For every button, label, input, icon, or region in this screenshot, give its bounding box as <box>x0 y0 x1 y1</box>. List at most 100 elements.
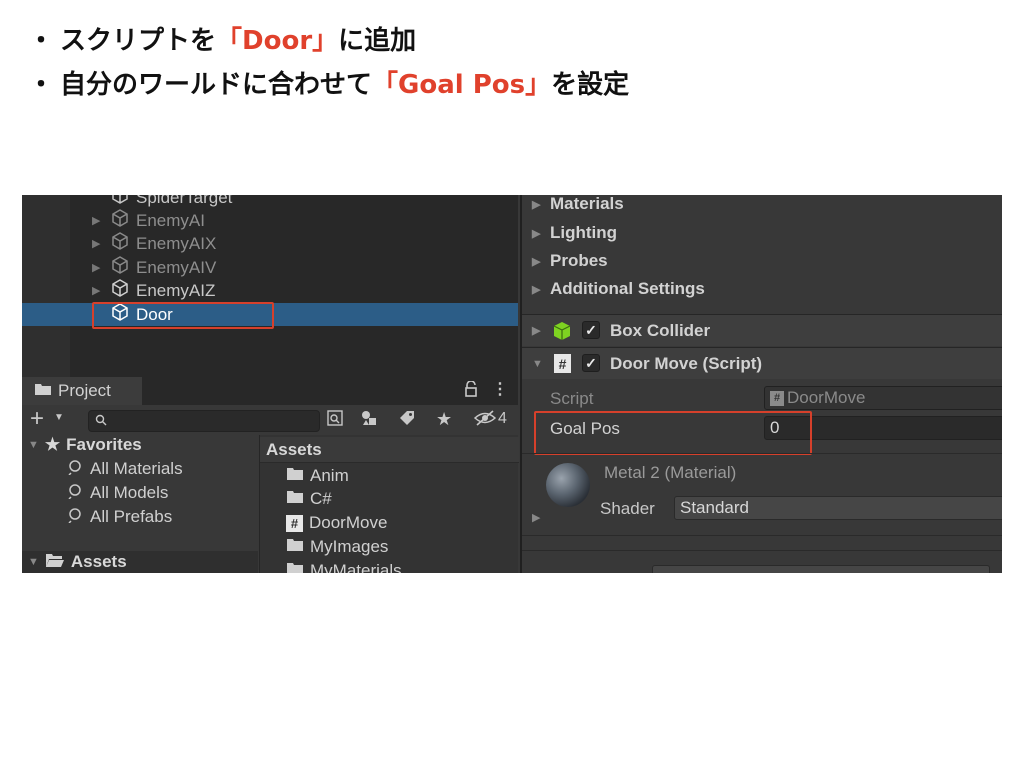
section-label: Probes <box>550 251 608 270</box>
gameobject-cube-icon <box>110 278 130 303</box>
asset-label: DoorMove <box>309 513 388 532</box>
inspector-section[interactable]: ▶ Probes <box>522 248 1002 274</box>
expand-arrow-icon[interactable]: ▶ <box>532 198 540 211</box>
section-label: Materials <box>550 195 624 213</box>
search-icon <box>95 413 107 431</box>
hierarchy-item-label: EnemyAIV <box>136 257 217 277</box>
annotation-box-door <box>92 302 274 329</box>
box-collider-enabled-checkbox[interactable]: ✓ <box>582 321 600 339</box>
hierarchy-item[interactable]: ▶ EnemyAI <box>22 209 518 232</box>
inspector-section[interactable]: ▶ Materials <box>522 195 1002 217</box>
filter-by-label-icon[interactable] <box>398 409 416 432</box>
expand-arrow-icon[interactable]: ▶ <box>532 324 540 337</box>
expand-arrow-icon[interactable]: ▶ <box>92 261 100 274</box>
favorites-header[interactable]: ▼ ★ Favorites <box>28 433 142 457</box>
divider <box>522 550 1002 551</box>
expand-arrow-icon[interactable]: ▶ <box>532 283 540 296</box>
section-label: Additional Settings <box>550 279 705 298</box>
assets-tree-label: Assets <box>70 552 127 571</box>
tab-project[interactable]: Project <box>22 377 142 405</box>
favorite-item[interactable]: All Prefabs <box>68 505 172 529</box>
folder-icon <box>286 489 304 509</box>
instruction-line-2: ・ 自分のワールドに合わせて 「Goal Pos」 を設定 <box>28 60 629 104</box>
instruction-text: に追加 <box>338 25 417 56</box>
script-icon: # <box>286 514 303 532</box>
assets-breadcrumb[interactable]: Assets <box>260 437 519 463</box>
favorite-star-icon[interactable]: ★ <box>436 409 452 430</box>
hidden-packages-count: 4 <box>498 410 507 427</box>
gameobject-cube-icon <box>110 231 130 256</box>
asset-item[interactable]: # DoorMove <box>286 511 387 535</box>
unity-editor-screenshot: SpiderTarget ▶ EnemyAI ▶ EnemyAIX ▶ Enem… <box>22 195 1002 573</box>
project-folder-tree: ▼ ★ Favorites All Materials All Models A… <box>22 435 258 573</box>
open-folder-icon <box>45 552 65 573</box>
hierarchy-item[interactable]: SpiderTarget <box>22 195 518 209</box>
expand-arrow-icon[interactable]: ▶ <box>532 255 540 268</box>
favorite-item[interactable]: All Models <box>68 481 168 505</box>
add-component-button[interactable] <box>652 565 990 573</box>
instruction-highlight: 「Door」 <box>216 25 339 56</box>
create-plus-icon[interactable]: + <box>30 405 44 433</box>
folder-icon <box>34 381 52 401</box>
project-assets-view: Assets Anim C# # DoorMove MyImages MyMat… <box>259 435 519 573</box>
inspector-section[interactable]: ▶ Additional Settings <box>522 276 1002 302</box>
annotation-box-goal-pos <box>534 411 812 455</box>
hierarchy-item-label: SpiderTarget <box>136 195 233 207</box>
hierarchy-item[interactable]: ▶ EnemyAIV <box>22 256 518 279</box>
search-input[interactable] <box>88 410 320 432</box>
favorite-label: All Prefabs <box>90 507 173 526</box>
expand-arrow-icon[interactable]: ▼ <box>28 556 39 568</box>
chevron-down-icon[interactable]: ▼ <box>54 412 64 423</box>
hierarchy-item[interactable]: ▶ EnemyAIZ <box>22 279 518 302</box>
script-icon: # <box>770 390 784 406</box>
inspector-section[interactable]: ▶ Lighting <box>522 220 1002 246</box>
divider <box>522 535 1002 536</box>
hidden-packages-icon[interactable] <box>473 409 497 432</box>
component-door-move[interactable]: ▼ # ✓ Door Move (Script) <box>522 347 1002 379</box>
hierarchy-item[interactable]: ▶ EnemyAIX <box>22 232 518 255</box>
expand-arrow-icon[interactable]: ▼ <box>28 439 39 451</box>
bullet-dot: ・ <box>28 69 55 100</box>
scene-search-icon[interactable] <box>326 409 344 432</box>
assets-tree-header: ▼ Assets <box>28 550 127 573</box>
folder-icon <box>286 537 304 557</box>
instruction-list: ・ スクリプトを 「Door」 に追加 ・ 自分のワールドに合わせて 「Goal… <box>28 16 629 104</box>
script-field: # DoorMove <box>764 386 1002 410</box>
star-icon: ★ <box>44 435 61 454</box>
project-toolbar: + ▼ ★ 4 <box>22 405 518 435</box>
expand-arrow-icon[interactable]: ▶ <box>532 511 540 524</box>
expand-arrow-icon[interactable]: ▶ <box>92 214 100 227</box>
material-name: Metal 2 (Material) <box>604 463 737 482</box>
asset-item[interactable]: MyImages <box>286 535 388 559</box>
search-icon <box>68 507 84 528</box>
filter-by-type-icon[interactable] <box>360 409 380 432</box>
more-options-icon[interactable]: ⋮ <box>492 379 508 399</box>
inspector-panel: ▶ Materials ▶ Lighting ▶ Probes ▶ Additi… <box>520 195 1002 573</box>
expand-arrow-icon[interactable]: ▶ <box>92 284 100 297</box>
lock-icon[interactable] <box>464 380 478 402</box>
component-label: Box Collider <box>610 320 711 340</box>
assets-tree-row[interactable]: ▼ Assets <box>22 551 258 573</box>
favorites-label: Favorites <box>66 435 142 454</box>
door-move-enabled-checkbox[interactable]: ✓ <box>582 354 600 372</box>
search-icon <box>68 483 84 504</box>
shader-label: Shader <box>600 499 655 518</box>
asset-item[interactable]: C# <box>286 487 332 511</box>
component-box-collider[interactable]: ▶ ✓ Box Collider <box>522 314 1002 346</box>
project-tab-bar: Project ⋮ <box>22 377 518 405</box>
gameobject-cube-icon <box>110 255 130 280</box>
script-field-label: Script <box>550 389 594 408</box>
folder-icon <box>286 561 304 573</box>
favorite-item[interactable]: All Materials <box>68 457 183 481</box>
expand-arrow-icon[interactable]: ▶ <box>532 227 540 240</box>
component-label: Door Move (Script) <box>610 353 763 373</box>
asset-item[interactable]: MyMaterials <box>286 559 402 573</box>
expand-arrow-icon[interactable]: ▼ <box>532 358 543 370</box>
instruction-text: 自分のワールドに合わせて <box>60 69 373 100</box>
asset-label: MyImages <box>310 537 389 556</box>
asset-item[interactable]: Anim <box>286 464 349 488</box>
instruction-text: を設定 <box>551 69 630 100</box>
expand-arrow-icon[interactable]: ▶ <box>92 237 100 250</box>
shader-dropdown[interactable]: Standard <box>674 496 1002 520</box>
gameobject-cube-icon <box>110 208 130 233</box>
